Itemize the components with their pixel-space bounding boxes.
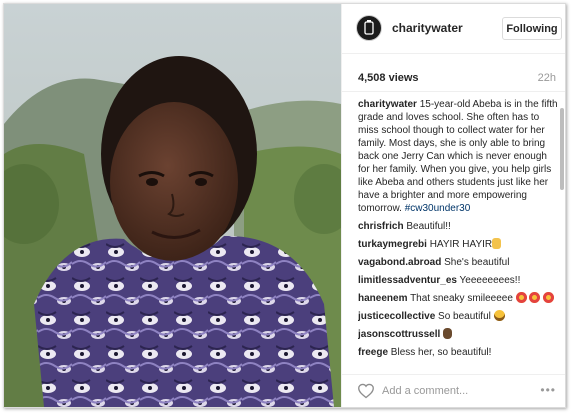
comment-username[interactable]: jasonscottrussell <box>358 329 440 340</box>
heart-eyes-emoji-icon <box>529 292 541 303</box>
heart-eyes-emoji-icon <box>515 292 527 303</box>
heart-outline-icon[interactable] <box>357 383 375 399</box>
comment-item: justicecollective So beautiful <box>358 310 558 323</box>
comment-text: Bless her, so beautiful! <box>390 347 492 358</box>
caption-text: 15-year-old Abeba is in the fifth grade … <box>358 99 558 214</box>
comment-username[interactable]: freege <box>358 347 388 358</box>
avatar[interactable] <box>356 15 382 41</box>
comment-username[interactable]: limitlessadventur_es <box>358 275 457 286</box>
view-count: 4,508 views <box>358 72 419 84</box>
add-comment-input[interactable] <box>382 382 522 400</box>
ok-hand-emoji-icon <box>443 328 453 339</box>
comments-list[interactable]: charitywater 15-year-old Abeba is in the… <box>358 98 558 373</box>
comment-username[interactable]: chrisfrich <box>358 221 404 232</box>
following-button[interactable]: Following <box>502 17 562 40</box>
post-details-panel: charitywater Following 4,508 views 22h c… <box>341 4 565 407</box>
comment-item: turkaymegrebi HAYIR HAYIR <box>358 238 558 251</box>
jerry-can-icon <box>364 20 374 35</box>
hand-emoji-icon <box>492 238 502 249</box>
post-caption: charitywater 15-year-old Abeba is in the… <box>358 98 558 215</box>
comment-item: haneenem That sneaky smileeeee <box>358 292 558 305</box>
comment-item: vagabond.abroad She's beautiful <box>358 256 558 269</box>
comment-text: Beautiful!! <box>406 221 451 232</box>
heart-eyes-emoji-icon <box>543 292 555 303</box>
post-modal: charitywater Following 4,508 views 22h c… <box>3 3 566 408</box>
post-author-username[interactable]: charitywater <box>392 21 463 35</box>
caption-hashtag[interactable]: #cw30under30 <box>405 203 471 214</box>
comment-item: chrisfrich Beautiful!! <box>358 220 558 233</box>
comment-username[interactable]: turkaymegrebi <box>358 239 427 250</box>
post-photo <box>4 4 341 407</box>
comment-item: freege Bless her, so beautiful! <box>358 346 558 359</box>
comment-text: HAYIR HAYIR <box>429 239 493 250</box>
comment-username[interactable]: justicecollective <box>358 311 435 322</box>
comment-text: She's beautiful <box>444 257 510 268</box>
comments-scrollbar[interactable] <box>560 108 564 190</box>
ellipsis-icon[interactable]: ••• <box>540 383 556 397</box>
comment-text: Yeeeeeeees!! <box>459 275 521 286</box>
post-footer: ••• <box>342 374 565 407</box>
post-header: charitywater Following <box>342 4 565 54</box>
post-time[interactable]: 22h <box>538 72 556 84</box>
girl-portrait-image <box>4 4 341 407</box>
post-stats: 4,508 views 22h <box>342 54 565 92</box>
comment-username[interactable]: vagabond.abroad <box>358 257 441 268</box>
comment-item: limitlessadventur_es Yeeeeeeees!! <box>358 274 558 287</box>
comment-username[interactable]: haneenem <box>358 293 407 304</box>
comment-item: jasonscottrussell <box>358 328 558 341</box>
grin-emoji-icon <box>493 310 505 321</box>
comment-text: That sneaky smileeeee <box>410 293 513 304</box>
caption-username[interactable]: charitywater <box>358 99 417 110</box>
comment-text: So beautiful <box>438 311 491 322</box>
